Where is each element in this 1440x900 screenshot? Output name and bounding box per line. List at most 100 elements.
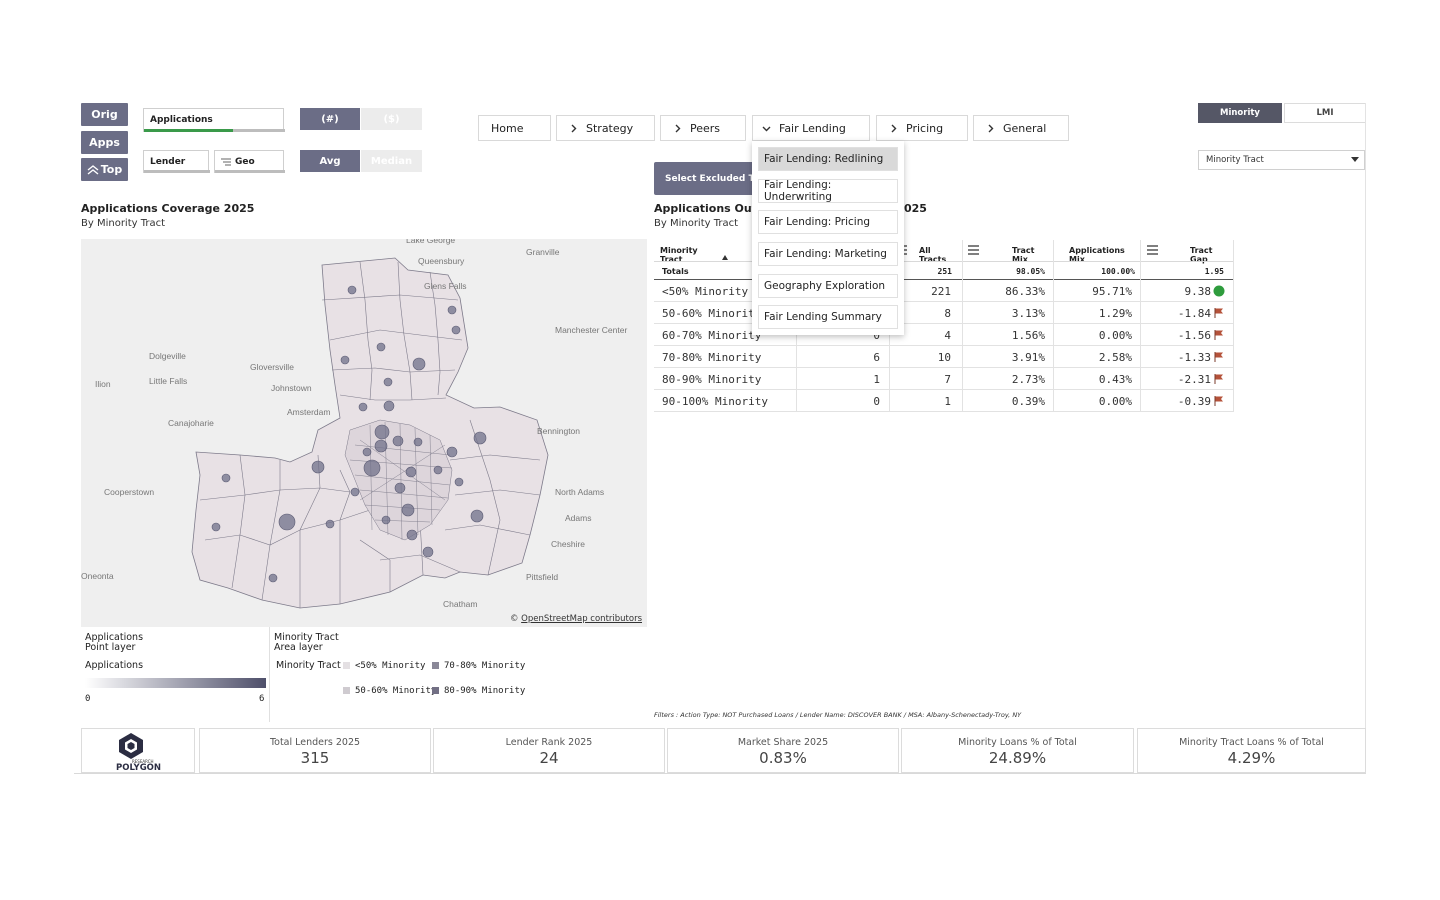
header-menu-partial-icon[interactable] xyxy=(904,245,907,255)
minority-tab[interactable]: Minority xyxy=(1198,103,1282,123)
menu-home[interactable]: Home xyxy=(478,115,551,141)
application-point[interactable] xyxy=(340,355,350,365)
median-toggle[interactable]: Median xyxy=(361,150,422,172)
coverage-map[interactable]: Lake George Queensbury Granville Glens Fall… xyxy=(81,239,647,627)
application-point[interactable] xyxy=(401,503,415,517)
application-point[interactable] xyxy=(374,439,388,453)
application-point[interactable] xyxy=(473,431,487,445)
application-point[interactable] xyxy=(358,402,368,412)
geo-tab[interactable]: Geo xyxy=(214,150,285,173)
table-row[interactable]: <50% Minority 221 86.33% 95.71% 9.38 xyxy=(654,280,1234,302)
place-label: Little Falls xyxy=(149,376,187,386)
application-point[interactable] xyxy=(221,473,231,483)
application-point[interactable] xyxy=(347,285,357,295)
table-row[interactable]: 60-70% Minority 0 4 1.56% 0.00% -1.56 xyxy=(654,324,1234,346)
lmi-tab[interactable]: LMI xyxy=(1284,103,1366,123)
place-label: Pittsfield xyxy=(526,572,558,582)
green-status-dot-icon xyxy=(1213,285,1225,297)
application-point[interactable] xyxy=(405,466,417,478)
row-apps-mix: 0.43% xyxy=(1098,372,1132,386)
kpi-market-share: Market Share 2025 0.83% xyxy=(667,728,899,773)
hamburger-menu-icon[interactable] xyxy=(968,245,979,255)
menu-peers[interactable]: Peers xyxy=(660,115,746,141)
legend-max: 6 xyxy=(259,694,265,704)
application-point[interactable] xyxy=(325,519,335,529)
application-point[interactable] xyxy=(350,487,360,497)
application-point[interactable] xyxy=(413,437,423,447)
application-point[interactable] xyxy=(211,522,221,532)
red-flag-icon xyxy=(1214,396,1223,406)
legend-minority-tract: Minority Tract Area layer Minority Tract… xyxy=(274,627,654,722)
minority-tract-select[interactable]: Minority Tract xyxy=(1198,150,1365,170)
place-label: North Adams xyxy=(555,487,604,497)
application-point[interactable] xyxy=(311,460,325,474)
totals-apps-mix: 100.00% xyxy=(1101,267,1135,276)
double-chevron-up-icon xyxy=(87,164,99,175)
red-flag-icon xyxy=(1214,330,1223,340)
row-count: 6 xyxy=(873,350,880,364)
application-point[interactable] xyxy=(454,477,464,487)
application-point[interactable] xyxy=(268,573,278,583)
application-point[interactable] xyxy=(451,325,461,335)
application-point[interactable] xyxy=(433,465,443,475)
select-excluded-tracts-button[interactable]: Select Excluded Tra xyxy=(654,162,754,195)
table-row[interactable]: 80-90% Minority 1 7 2.73% 0.43% -2.31 xyxy=(654,368,1234,390)
menu-pricing-label: Pricing xyxy=(906,121,944,135)
dropdown-item-geography-exploration[interactable]: Geography Exploration xyxy=(758,274,898,298)
sort-up-icon xyxy=(722,255,728,260)
legend-min: 0 xyxy=(85,694,91,704)
dropdown-item-underwriting[interactable]: Fair Lending: Underwriting xyxy=(758,179,898,203)
top-button[interactable]: Top xyxy=(81,158,128,181)
application-point[interactable] xyxy=(406,529,418,541)
dollar-toggle[interactable]: ($) xyxy=(361,108,422,130)
dropdown-item-summary[interactable]: Fair Lending Summary xyxy=(758,305,898,329)
place-label: Cooperstown xyxy=(104,487,154,497)
map-svg[interactable]: Lake George Queensbury Granville Glens Fall… xyxy=(81,239,647,627)
filters-text: Filters : Action Type: NOT Purchased Loa… xyxy=(654,711,1022,719)
menu-general[interactable]: General xyxy=(973,115,1069,141)
lender-tab[interactable]: Lender xyxy=(143,150,210,173)
application-point[interactable] xyxy=(447,305,457,315)
application-point[interactable] xyxy=(392,435,404,447)
application-point[interactable] xyxy=(374,424,390,440)
applications-tab[interactable]: Applications xyxy=(143,108,285,132)
menu-fair-lending-label: Fair Lending xyxy=(779,121,846,135)
table-row[interactable]: 50-60% Minority 8 3.13% 1.29% -1.84 xyxy=(654,302,1234,324)
geo-tab-label: Geo xyxy=(235,156,255,167)
application-point[interactable] xyxy=(376,342,386,352)
application-point[interactable] xyxy=(446,446,458,458)
osm-link[interactable]: OpenStreetMap contributors xyxy=(521,614,642,624)
menu-fair-lending[interactable]: Fair Lending xyxy=(752,115,870,141)
application-point[interactable] xyxy=(362,447,372,457)
applications-progress xyxy=(144,129,233,132)
application-point[interactable] xyxy=(381,515,391,525)
table-row[interactable]: 90-100% Minority 0 1 0.39% 0.00% -0.39 xyxy=(654,390,1234,412)
application-point[interactable] xyxy=(422,546,434,558)
dropdown-item-marketing[interactable]: Fair Lending: Marketing xyxy=(758,242,898,266)
application-point[interactable] xyxy=(383,377,393,387)
application-point[interactable] xyxy=(383,400,395,412)
osm-attribution[interactable]: © OpenStreetMap contributors xyxy=(510,614,642,624)
orig-button[interactable]: Orig xyxy=(81,103,128,126)
avg-toggle[interactable]: Avg xyxy=(300,150,360,172)
legend-tract-label: Minority Tract xyxy=(276,660,341,671)
apps-button[interactable]: Apps xyxy=(81,131,128,154)
menu-strategy[interactable]: Strategy xyxy=(556,115,655,141)
legend-swatch xyxy=(343,687,350,694)
dropdown-item-pricing[interactable]: Fair Lending: Pricing xyxy=(758,210,898,234)
dropdown-item-redlining[interactable]: Fair Lending: Redlining xyxy=(758,147,898,171)
application-point[interactable] xyxy=(412,357,426,371)
application-point[interactable] xyxy=(470,509,484,523)
place-label: Lake George xyxy=(406,239,455,245)
application-point[interactable] xyxy=(363,459,381,477)
osm-copyright: © xyxy=(509,614,519,624)
menu-pricing[interactable]: Pricing xyxy=(876,115,968,141)
lender-tab-label: Lender xyxy=(150,156,186,167)
table-title-right: 025 xyxy=(904,202,927,215)
table-row[interactable]: 70-80% Minority 6 10 3.91% 2.58% -1.33 xyxy=(654,346,1234,368)
application-point[interactable] xyxy=(394,482,406,494)
polygon-hexagon-icon xyxy=(119,733,143,759)
hamburger-menu-icon[interactable] xyxy=(1147,245,1158,255)
count-toggle[interactable]: (#) xyxy=(300,108,360,130)
application-point[interactable] xyxy=(278,513,296,531)
